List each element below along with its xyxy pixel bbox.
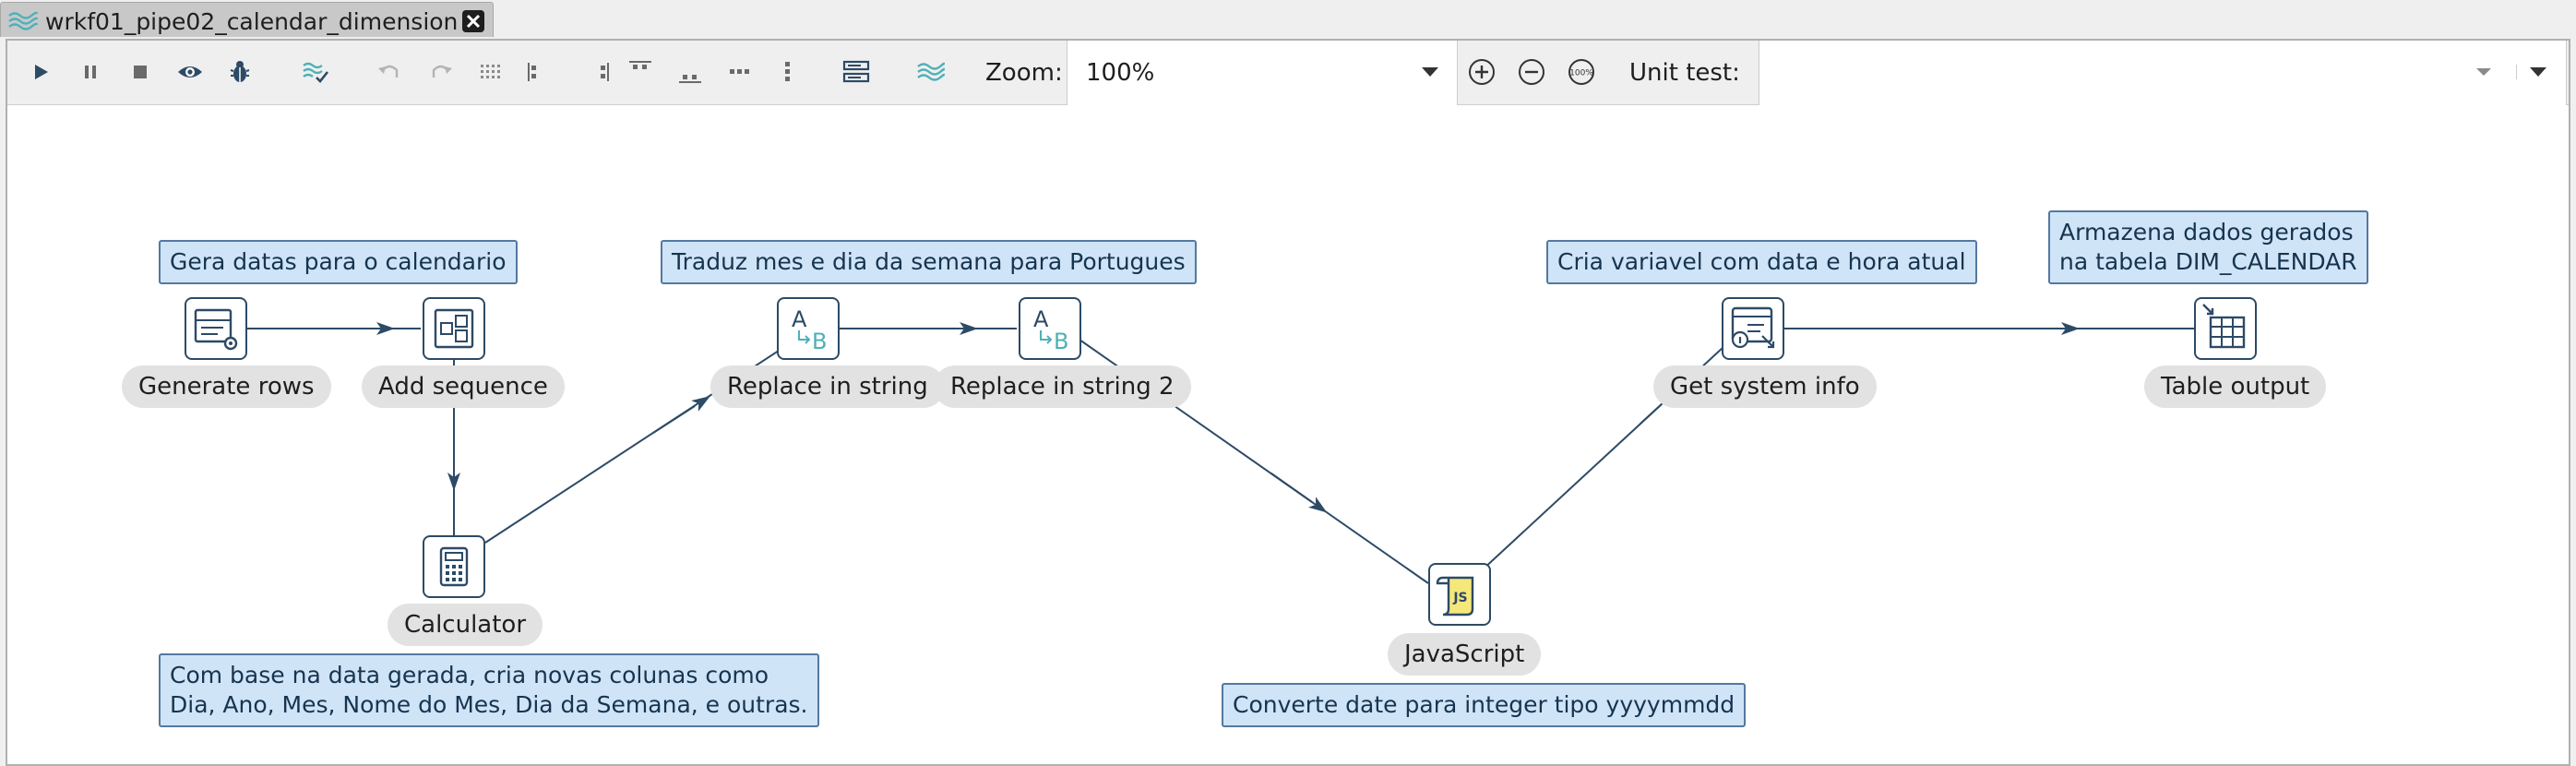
pipeline-canvas[interactable]: Gera datas para o calendario Com base na… [7,105,2569,764]
step-label-generate-rows: Generate rows [122,365,331,408]
show-results-icon[interactable] [841,57,871,87]
align-left-icon[interactable] [522,57,552,87]
step-label-replace-in-string-2: Replace in string 2 [934,365,1191,408]
zoom-in-icon[interactable] [1467,57,1497,87]
step-label-get-system-info: Get system info [1653,365,1877,408]
note-table-output[interactable]: Armazena dados gerados na tabela DIM_CAL… [2048,210,2368,284]
replace-icon-letter-b: B [1054,329,1068,354]
hop-arrow [652,396,710,434]
replace-icon-letter-a: A [1033,306,1049,332]
run-icon[interactable] [26,57,55,87]
generate-rows-icon[interactable] [185,297,247,360]
zoom-out-icon[interactable] [1517,57,1546,87]
zoom-select[interactable]: 100% [1067,41,1458,105]
distribute-vertical-icon[interactable] [773,57,803,87]
tab-strip: wrkf01_pipe02_calendar_dimension [0,0,2576,39]
redo-icon[interactable] [426,57,456,87]
js-icon-text: JS [1452,591,1467,605]
zoom-value: 100% [1086,59,1155,87]
note-generate[interactable]: Gera datas para o calendario [159,240,518,284]
tab-title: wrkf01_pipe02_calendar_dimension [45,8,459,35]
pipeline-icon[interactable] [915,57,945,87]
toolbar: Zoom: 100% 100% Unit test: [7,41,2569,105]
tab-pipeline[interactable]: wrkf01_pipe02_calendar_dimension [0,2,494,37]
hop-arrow [1270,473,1328,513]
replace-in-string-2-icon[interactable]: A B [1019,297,1081,360]
preview-icon[interactable] [175,57,205,87]
replace-in-string-icon[interactable]: A B [777,297,840,360]
javascript-icon[interactable]: JS [1428,563,1491,626]
align-snap-icon[interactable] [476,57,506,87]
unit-test-label: Unit test: [1629,59,1740,87]
replace-icon-letter-b: B [812,329,827,354]
close-icon[interactable] [462,10,484,32]
align-top-icon[interactable] [626,57,655,87]
stop-icon[interactable] [125,57,155,87]
get-system-info-icon[interactable] [1722,297,1784,360]
chevron-down-icon[interactable] [2474,65,2494,79]
undo-icon[interactable] [375,57,404,87]
check-icon[interactable] [301,57,330,87]
transformation-icon [6,10,40,32]
distribute-horizontal-icon[interactable] [725,57,755,87]
unit-test-select[interactable] [1759,41,2567,105]
step-label-add-sequence: Add sequence [362,365,565,408]
zoom-100-icon[interactable]: 100% [1567,57,1596,87]
debug-icon[interactable] [225,57,255,87]
replace-icon-letter-a: A [792,306,807,332]
step-label-calculator: Calculator [388,604,543,646]
pause-icon[interactable] [76,57,105,87]
calculator-icon[interactable] [423,535,485,598]
align-right-icon[interactable] [585,57,614,87]
note-system-info[interactable]: Cria variavel com data e hora atual [1546,240,1977,284]
step-label-table-output: Table output [2144,365,2327,408]
step-label-javascript: JavaScript [1388,633,1542,676]
chevron-down-icon[interactable] [1420,65,1440,79]
add-sequence-icon[interactable] [423,297,485,360]
table-output-icon[interactable] [2194,297,2257,360]
menu-chevron-icon[interactable] [2516,65,2548,79]
step-label-replace-in-string: Replace in string [710,365,945,408]
note-replace[interactable]: Traduz mes e dia da semana para Portugue… [661,240,1197,284]
zoom-label: Zoom: [985,59,1063,87]
zoom-100-text: 100% [1569,69,1593,78]
align-bottom-icon[interactable] [675,57,705,87]
note-javascript[interactable]: Converte date para integer tipo yyyymmdd [1222,683,1747,727]
note-calculator[interactable]: Com base na data gerada, cria novas colu… [159,653,819,727]
